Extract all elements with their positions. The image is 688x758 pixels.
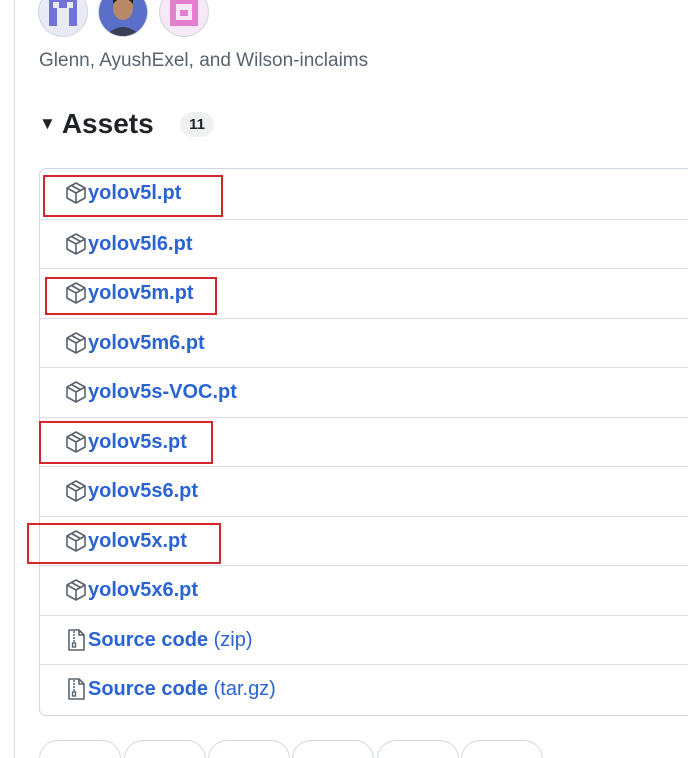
asset-row: yolov5s6.pt — [40, 466, 688, 516]
caret-down-icon: ▼ — [39, 114, 56, 133]
package-icon — [66, 579, 86, 601]
reaction-button[interactable] — [208, 740, 290, 758]
asset-link-yolov5l6[interactable]: yolov5l6.pt — [88, 233, 192, 256]
asset-row: yolov5x6.pt — [40, 565, 688, 615]
source-code-ext: (tar.gz) — [213, 678, 276, 700]
file-zip-icon — [68, 628, 85, 651]
avatar[interactable] — [39, 0, 87, 36]
source-code-label: Source code — [88, 678, 209, 700]
source-code-targz-link[interactable]: Source code (tar.gz) — [88, 678, 276, 701]
release-page: Glenn, AyushExel, and Wilson-inclaims ▼ … — [0, 0, 688, 758]
package-icon — [66, 480, 86, 502]
timeline-rule — [14, 0, 15, 758]
package-icon — [66, 331, 86, 354]
assets-toggle[interactable]: ▼ Assets 11 — [39, 106, 214, 142]
asset-link-yolov5s6[interactable]: yolov5s6.pt — [88, 480, 198, 503]
avatar[interactable] — [160, 0, 208, 36]
highlight-box — [27, 523, 221, 564]
asset-row: yolov5m6.pt — [40, 317, 688, 368]
reaction-button[interactable] — [377, 740, 459, 758]
file-zip-icon — [68, 678, 85, 700]
source-code-zip-link[interactable]: Source code (zip) — [88, 629, 253, 652]
asset-row: yolov5s-VOC.pt — [40, 367, 688, 417]
highlight-box — [45, 277, 217, 315]
source-code-ext: (zip) — [213, 628, 253, 651]
contributors-text: Glenn, AyushExel, and Wilson-inclaims — [39, 50, 369, 71]
reaction-button[interactable] — [461, 740, 543, 758]
asset-row: Source code (zip) — [40, 614, 688, 665]
reaction-button[interactable] — [39, 740, 121, 758]
source-code-label: Source code — [88, 628, 209, 651]
reaction-button[interactable] — [124, 740, 206, 758]
package-icon — [66, 381, 86, 403]
asset-link-yolov5x6[interactable]: yolov5x6.pt — [88, 579, 198, 602]
highlight-box — [39, 421, 213, 464]
assets-title: Assets — [61, 108, 154, 139]
asset-link-yolov5s-voc[interactable]: yolov5s-VOC.pt — [88, 381, 237, 404]
package-icon — [66, 232, 86, 255]
asset-row: yolov5l6.pt — [40, 218, 688, 269]
assets-count-badge: 11 — [180, 112, 214, 137]
avatar[interactable] — [99, 0, 147, 36]
asset-link-yolov5m6[interactable]: yolov5m6.pt — [88, 332, 205, 355]
asset-row: Source code (tar.gz) — [40, 664, 688, 714]
reaction-button[interactable] — [292, 740, 374, 758]
highlight-box — [43, 175, 223, 217]
